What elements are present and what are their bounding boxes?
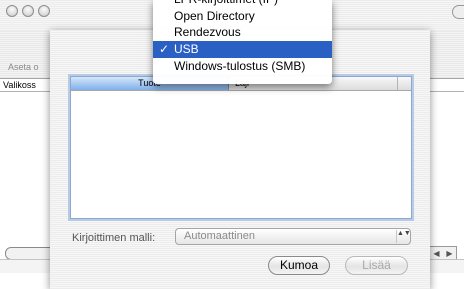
- printer-model-label: Kirjoittimen malli:: [72, 232, 156, 244]
- cancel-button[interactable]: Kumoa: [268, 256, 330, 275]
- scroll-left-icon[interactable]: ◀: [433, 249, 439, 258]
- menu-item-windows-smb[interactable]: Windows-tulostus (SMB): [153, 58, 332, 75]
- menu-item-lpr[interactable]: LPR-kirjoittimet (IP): [153, 0, 332, 8]
- scroll-right-icon[interactable]: ▶: [446, 249, 452, 258]
- add-button[interactable]: Lisää: [345, 256, 408, 275]
- checkmark-icon: ✓: [159, 42, 170, 56]
- printer-model-select[interactable]: Automaattinen ▲▼: [175, 228, 411, 245]
- menu-item-rendezvous[interactable]: Rendezvous: [153, 24, 332, 41]
- zoom-window-icon[interactable]: [38, 5, 50, 17]
- printer-list[interactable]: Tuote Laji: [70, 76, 412, 219]
- column-header-end: [397, 77, 412, 90]
- menu-item-label: USB: [174, 42, 199, 56]
- menu-item-usb[interactable]: ✓ USB: [153, 41, 332, 58]
- back-list-header: Valikoss: [3, 80, 36, 90]
- menu-item-open-directory[interactable]: Open Directory: [153, 8, 332, 25]
- minimize-window-icon[interactable]: [22, 5, 34, 17]
- printer-model-value: Automaattinen: [184, 230, 255, 242]
- select-arrows-icon: ▲▼: [396, 230, 411, 243]
- close-window-icon[interactable]: [6, 5, 18, 17]
- toolbar-item-label: Aseta o: [8, 62, 39, 72]
- connection-type-menu: LPR-kirjoittimet (IP) Open Directory Ren…: [153, 0, 332, 84]
- toolbar-toggle-button[interactable]: [452, 5, 464, 19]
